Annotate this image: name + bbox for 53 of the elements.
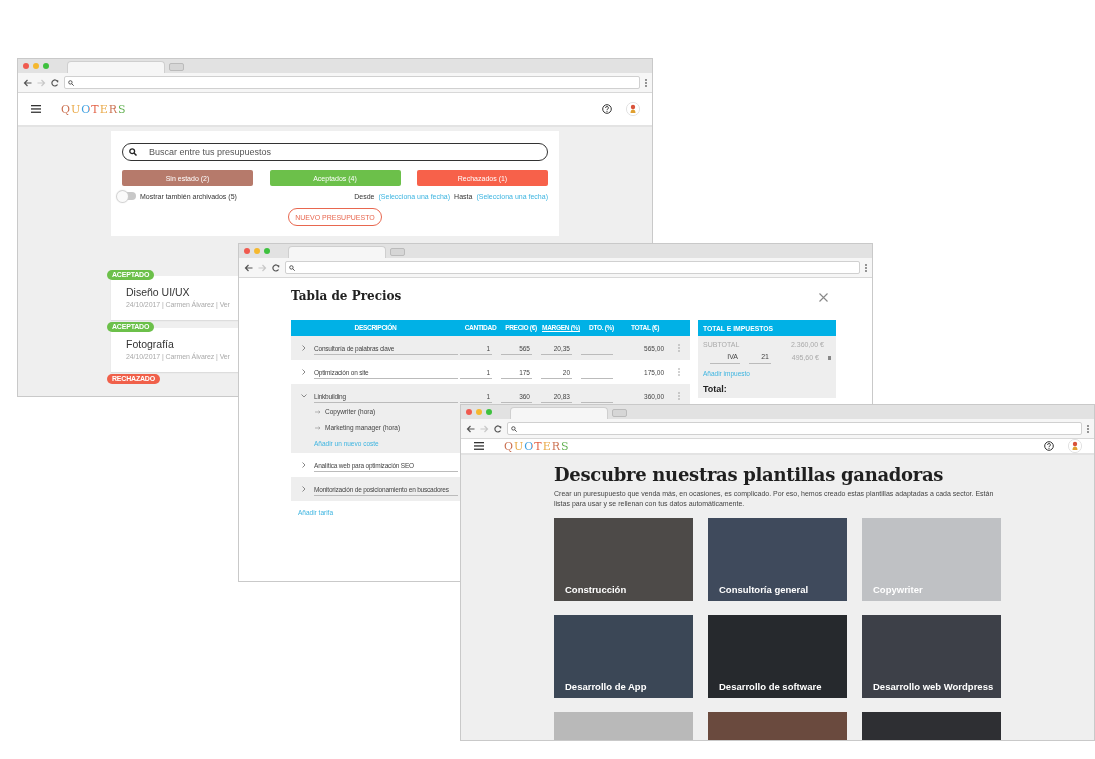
- reload-icon[interactable]: [51, 78, 59, 87]
- arrow-right-icon: [315, 425, 321, 430]
- template-card[interactable]: Desarrollo web Wordpress: [862, 615, 1001, 698]
- toggle-switch[interactable]: [118, 192, 136, 200]
- address-field[interactable]: [507, 422, 1082, 435]
- logo[interactable]: QUOTERS: [61, 102, 127, 116]
- template-label: Construcción: [565, 584, 627, 595]
- chevron-right-icon[interactable]: [301, 462, 306, 468]
- chevron-right-icon[interactable]: [301, 345, 306, 351]
- search-field[interactable]: Buscar entre tus presupuestos: [122, 143, 548, 161]
- search-icon: [511, 425, 517, 432]
- search-icon: [289, 264, 295, 271]
- chevron-right-icon[interactable]: [301, 486, 306, 492]
- template-label: Desarrollo de software: [719, 681, 822, 692]
- chevron-right-icon[interactable]: [301, 369, 306, 375]
- address-field[interactable]: [64, 76, 640, 89]
- template-label: Copywriter: [873, 584, 923, 595]
- avatar-icon[interactable]: [1068, 439, 1082, 453]
- close-icon[interactable]: [819, 293, 828, 302]
- menu-icon[interactable]: [474, 442, 484, 450]
- forward-icon[interactable]: [37, 78, 46, 87]
- window-buttons-icon[interactable]: [244, 248, 270, 254]
- quote-title: Diseño UI/UX: [126, 286, 190, 298]
- template-label: Desarrollo de App: [565, 681, 647, 692]
- avatar-icon[interactable]: [626, 102, 640, 116]
- quote-title: Fotografía: [126, 338, 174, 350]
- menu-icon[interactable]: [31, 105, 41, 113]
- template-label: Consultoría general: [719, 584, 809, 595]
- template-label: Desarrollo web Wordpress: [873, 681, 994, 692]
- help-icon[interactable]: [1044, 441, 1054, 451]
- arrow-right-icon: [315, 409, 321, 414]
- help-icon[interactable]: [602, 104, 612, 114]
- dialog-title: Tabla de Precios: [291, 289, 402, 303]
- template-card[interactable]: Consultoría general: [708, 518, 847, 601]
- trash-icon[interactable]: [828, 355, 831, 360]
- template-card[interactable]: Construcción: [554, 518, 693, 601]
- window-buttons-icon[interactable]: [466, 409, 492, 415]
- forward-icon[interactable]: [480, 424, 489, 433]
- logo[interactable]: QUOTERS: [504, 439, 570, 453]
- back-icon[interactable]: [466, 424, 475, 433]
- reload-icon[interactable]: [494, 424, 502, 433]
- window-buttons-icon[interactable]: [23, 63, 49, 69]
- total-label: Total:: [703, 384, 727, 394]
- template-card[interactable]: Desarrollo de software: [708, 615, 847, 698]
- reload-icon[interactable]: [272, 263, 280, 272]
- page-heading: Descubre nuestras plantillas ganadoras: [554, 464, 945, 485]
- back-icon[interactable]: [244, 263, 253, 272]
- template-card[interactable]: Desarrollo de App: [554, 615, 693, 698]
- search-icon: [68, 79, 74, 86]
- chevron-down-icon[interactable]: [300, 394, 307, 398]
- address-field[interactable]: [285, 261, 860, 274]
- back-icon[interactable]: [23, 78, 32, 87]
- forward-icon[interactable]: [258, 263, 267, 272]
